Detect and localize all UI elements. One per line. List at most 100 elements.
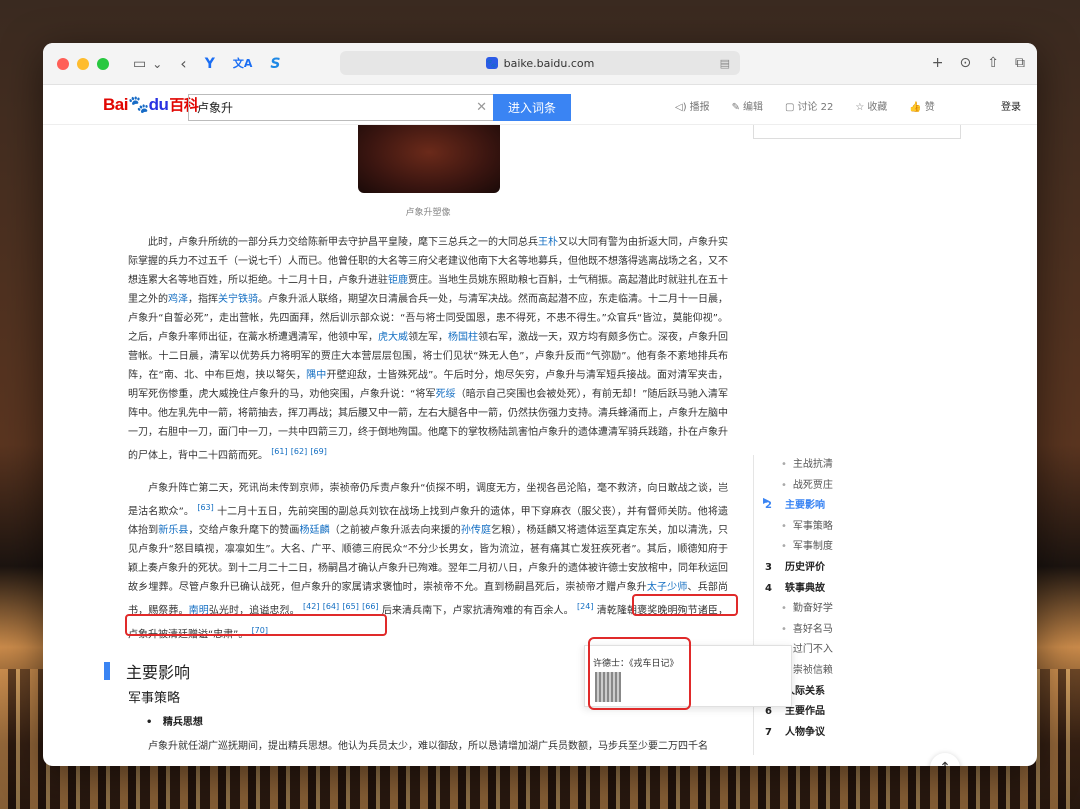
toc-item[interactable]: 4 轶事典故 [765, 579, 825, 594]
baidu-baike-logo[interactable]: Bai🐾du百科 [103, 94, 199, 115]
annotation-box-popup [588, 637, 691, 710]
add-tab-icon[interactable]: + [932, 55, 944, 71]
reference-link[interactable]: [66] [362, 602, 378, 611]
link-sunchuanting[interactable]: 孙传庭 [461, 525, 491, 536]
baike-header: Bai🐾du百科 卢象升 ✕ 进入词条 ◁) 播报 ✎ 编辑 ▢ 讨论 22 ☆ 收藏 … [43, 85, 1037, 125]
reference-link[interactable]: [63] [197, 503, 213, 512]
image-caption: 卢象升塑像 [405, 208, 451, 218]
toc-item[interactable]: 军事策略 [781, 517, 833, 532]
zoom-window-button[interactable] [97, 57, 109, 70]
back-to-top-button[interactable]: ↑ [930, 753, 960, 766]
link-julu[interactable]: 钜鹿 [388, 275, 408, 286]
back-icon[interactable]: ‹ [180, 55, 186, 72]
toc-label: 军事策略 [792, 520, 833, 532]
star-icon: ☆ [855, 102, 865, 113]
clear-icon[interactable]: ✕ [476, 100, 487, 115]
sidebar-card [753, 125, 961, 139]
toc-item[interactable]: 军事制度 [781, 537, 833, 552]
toc-item[interactable]: 7 人物争议 [765, 723, 825, 738]
download-icon[interactable]: ⊙ [960, 55, 972, 71]
toc-number: 7 [765, 726, 772, 738]
toc-track [753, 455, 754, 755]
link-taizishaoshi[interactable]: 太子少师 [647, 582, 688, 593]
toolbar-right-actions: + ⊙ ⇧ ⧉ [932, 55, 1025, 71]
toc-item[interactable]: 主战抗清 [781, 455, 833, 470]
link-guanning[interactable]: 关宁铁骑 [218, 294, 258, 305]
search-input[interactable]: 卢象升 ✕ [188, 94, 493, 121]
reference-link[interactable]: [24] [577, 602, 593, 611]
search-value: 卢象升 [197, 101, 234, 115]
collect-button[interactable]: ☆ 收藏 [855, 98, 887, 113]
reference-link[interactable]: [42] [303, 602, 319, 611]
link-wangpu[interactable]: 王朴 [538, 237, 558, 248]
link-yuzhong[interactable]: 隅中 [306, 370, 326, 381]
url-text: baike.baidu.com [503, 56, 595, 70]
toc-label: 人物争议 [785, 726, 825, 738]
paragraph-strategy: 卢象升就任湖广巡抚期间，提出精兵思想。他认为兵员太少，难以御敌，所以恳请增加湖广… [148, 741, 708, 752]
reference-link[interactable]: [65] [342, 602, 358, 611]
play-button[interactable]: ◁) 播报 [675, 98, 710, 113]
toc-label: 战死贾庄 [792, 479, 833, 491]
window-controls [57, 57, 109, 70]
thumbs-up-icon: 👍 [909, 102, 922, 113]
reference-link[interactable]: [61] [271, 447, 287, 456]
discuss-button[interactable]: ▢ 讨论 22 [785, 98, 833, 113]
toc-label: 崇祯信赖 [792, 665, 833, 676]
baidu-favicon-icon: 🐾 [485, 57, 498, 69]
toc-label: 轶事典故 [785, 582, 825, 594]
toc-label: 主战抗清 [792, 459, 833, 470]
link-yangguozhu[interactable]: 杨国柱 [448, 332, 478, 343]
page-content: 卢象升塑像 此时，卢象升所统的一部分兵力交给陈新甲去守护昌平皇陵，麾下三总兵之一… [43, 125, 1037, 766]
annotation-box-top [632, 594, 738, 616]
reader-icon[interactable]: ▤ [720, 57, 730, 70]
sidebar-menu-chevron-icon[interactable]: ⌄ [152, 58, 162, 70]
translate-icon[interactable]: 文A [233, 58, 253, 69]
active-marker-icon: ▶ [763, 496, 770, 506]
subsection-heading: 军事策略 [128, 691, 181, 706]
ext-y-icon[interactable]: Y [205, 57, 215, 71]
chat-icon: ▢ [784, 102, 795, 113]
sidebar-icon[interactable]: ▭ [133, 57, 146, 71]
toc-label: 喜好名马 [792, 623, 833, 635]
link-yangtinglin[interactable]: 杨廷麟 [299, 525, 329, 536]
edit-button[interactable]: ✎ 编辑 [732, 98, 763, 113]
toc-label: 历史评价 [785, 562, 825, 573]
tabs-icon[interactable]: ⧉ [1015, 55, 1025, 71]
link-hudawei[interactable]: 虎大威 [378, 332, 408, 343]
address-bar[interactable]: 🐾 baike.baidu.com ▤ [340, 51, 740, 75]
paw-icon: 🐾 [127, 95, 149, 114]
bullet-heading: • 精兵思想 [146, 717, 203, 728]
toc-number: 4 [765, 582, 772, 594]
section-heading: 主要影响 [104, 659, 190, 683]
link-xinle[interactable]: 新乐县 [158, 525, 188, 536]
toc-label: 主要作品 [785, 706, 825, 718]
heading-accent [104, 662, 110, 680]
link-jize[interactable]: 鸡泽 [168, 294, 188, 305]
enter-entry-button[interactable]: 进入词条 [493, 94, 571, 121]
toc-label: 勤奋好学 [792, 603, 833, 615]
reference-link[interactable]: [64] [323, 602, 339, 611]
pencil-icon: ✎ [731, 102, 740, 113]
login-link[interactable]: 登录 [1001, 98, 1021, 113]
toc-label: 主要影响 [785, 500, 825, 512]
minimize-window-button[interactable] [77, 57, 89, 70]
statue-image[interactable] [358, 125, 500, 193]
share-icon[interactable]: ⇧ [987, 55, 999, 71]
reference-link[interactable]: [62] [291, 447, 307, 456]
toc-number: 3 [765, 562, 772, 573]
reference-link[interactable]: [69] [310, 447, 326, 456]
speaker-icon: ◁) [675, 102, 687, 113]
toc-item[interactable]: 喜好名马 [781, 620, 833, 635]
ext-s-icon[interactable]: S [270, 57, 280, 71]
toc-label: 过门不入 [792, 644, 833, 656]
toc-item[interactable]: 3 历史评价 [765, 558, 825, 573]
toc-label: 军事制度 [792, 541, 833, 553]
entry-actions: ◁) 播报 ✎ 编辑 ▢ 讨论 22 ☆ 收藏 👍 赞 [675, 98, 935, 113]
paragraph-battle: 此时，卢象升所统的一部分兵力交给陈新甲去守护昌平皇陵，麾下三总兵之一的大同总兵王… [128, 237, 728, 462]
toc-item[interactable]: 战死贾庄 [781, 476, 833, 491]
toc-item[interactable]: ▶ 2 主要影响 [763, 496, 825, 512]
close-window-button[interactable] [57, 57, 69, 70]
toc-item[interactable]: 勤奋好学 [781, 599, 833, 614]
like-button[interactable]: 👍 赞 [909, 98, 934, 113]
link-sisui[interactable]: 死绥 [436, 389, 456, 400]
